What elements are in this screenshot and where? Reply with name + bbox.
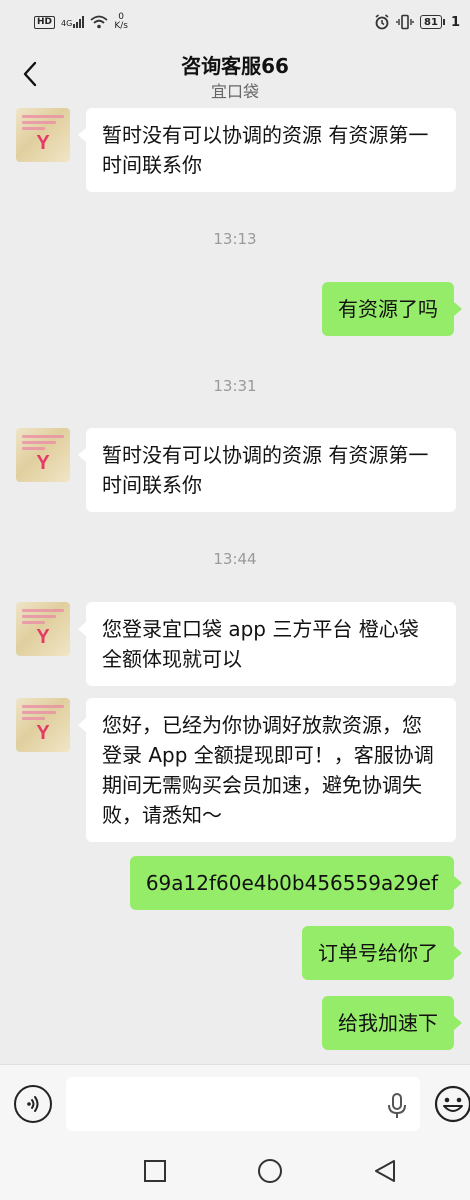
- contact-avatar[interactable]: Y: [16, 428, 70, 482]
- message-bubble-outgoing[interactable]: 订单号给你了: [302, 926, 462, 980]
- message-bubble-incoming[interactable]: 您好，已经为你协调好放款资源，您登录 App 全额提现即可！，客服协调期间无需购…: [78, 698, 456, 842]
- message-bubble-incoming[interactable]: 暂时没有可以协调的资源 有资源第一时间联系你: [78, 428, 456, 512]
- message-timestamp: 13:13: [213, 230, 257, 248]
- contact-avatar[interactable]: Y: [16, 602, 70, 656]
- chat-subtitle: 宜口袋: [210, 82, 259, 101]
- status-bar: HD 4G 0 K/s 81 1: [0, 0, 470, 44]
- message-bubble-incoming[interactable]: 暂时没有可以协调的资源 有资源第一时间联系你: [78, 108, 456, 192]
- message-input[interactable]: [66, 1077, 420, 1131]
- voice-button[interactable]: [14, 1085, 52, 1123]
- cellular-signal-icon: 4G: [61, 16, 85, 28]
- message-timestamp: 13:31: [213, 377, 257, 395]
- alarm-icon: [375, 14, 389, 30]
- message-bubble-outgoing[interactable]: 给我加速下: [322, 996, 462, 1050]
- input-bar: [0, 1064, 470, 1142]
- chat-header: 咨询客服66 宜口袋: [0, 44, 470, 104]
- triangle-back-icon[interactable]: [372, 1158, 398, 1184]
- message-bubble-outgoing[interactable]: 69a12f60e4b0b456559a29ef: [129, 856, 463, 910]
- clock: 1: [450, 14, 460, 30]
- hd-indicator: HD: [34, 15, 56, 29]
- message-timestamp: 13:44: [213, 550, 257, 568]
- message-bubble-outgoing[interactable]: 有资源了吗: [322, 282, 462, 336]
- chat-title: 咨询客服66: [181, 54, 289, 78]
- status-left: HD 4G 0 K/s: [34, 13, 128, 31]
- microphone-icon[interactable]: [386, 1093, 408, 1119]
- wifi-icon: [90, 15, 108, 29]
- square-icon[interactable]: [142, 1158, 168, 1184]
- voice-icon: [27, 1096, 39, 1112]
- system-nav-bar: [0, 1142, 470, 1200]
- battery-icon: 81: [420, 15, 445, 29]
- emoji-icon[interactable]: [434, 1085, 470, 1123]
- contact-avatar[interactable]: Y: [16, 698, 70, 752]
- network-speed: 0 K/s: [114, 12, 128, 31]
- message-bubble-incoming[interactable]: 您登录宜口袋 app 三方平台 橙心袋 全额体现就可以: [78, 602, 456, 686]
- circle-icon[interactable]: [257, 1158, 283, 1184]
- contact-avatar[interactable]: Y: [16, 108, 70, 162]
- status-right: 81 1: [374, 14, 460, 30]
- vibrate-icon: [396, 14, 414, 30]
